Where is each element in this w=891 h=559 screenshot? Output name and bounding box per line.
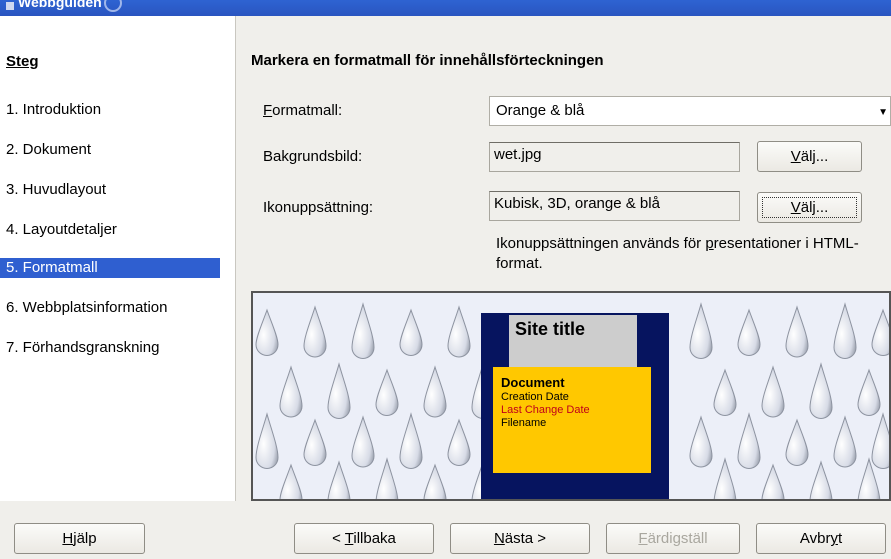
raindrop-shape: [255, 412, 279, 469]
formatmall-value: Orange & blå: [496, 102, 585, 119]
valj-ikon-button[interactable]: Välj...: [757, 192, 862, 223]
bakgrundsbild-field: wet.jpg: [489, 142, 740, 172]
raindrop-shape: [713, 457, 737, 499]
raindrop-shape: [351, 415, 375, 468]
creation-date: Creation Date: [501, 391, 569, 403]
sidebar-item-webbplatsinformation[interactable]: 6. Webbplatsinformation: [0, 298, 220, 318]
document-box: Document Creation Date Last Change Date …: [493, 367, 651, 473]
raindrop-shape: [833, 415, 857, 468]
raindrop-shape: [375, 368, 399, 416]
ikonuppsattning-field: Kubisk, 3D, orange & blå: [489, 191, 740, 221]
bakgrundsbild-label: Bakgrundsbild:: [263, 148, 363, 165]
raindrop-shape: [857, 368, 881, 416]
sidebar-item-formatmall[interactable]: 5. Formatmall: [0, 258, 220, 278]
window-menu-icon[interactable]: [6, 2, 14, 10]
raindrop-shape: [737, 308, 761, 356]
valj-bakgrund-button[interactable]: Välj...: [757, 141, 862, 172]
steps-sidebar: Steg 1. Introduktion 2. Dokument 3. Huvu…: [0, 16, 236, 501]
raindrop-shape: [761, 463, 785, 499]
site-title: Site title: [515, 319, 586, 339]
raindrop-shape: [689, 415, 713, 468]
filename: Filename: [501, 417, 547, 429]
raindrop-shape: [255, 308, 279, 356]
raindrop-shape: [399, 412, 423, 469]
raindrop-shape: [423, 365, 447, 418]
sidebar-item-forhandsgranskning[interactable]: 7. Förhandsgranskning: [0, 338, 220, 358]
raindrop-shape: [809, 460, 833, 499]
raindrop-shape: [447, 418, 471, 466]
raindrop-shape: [871, 308, 889, 356]
last-change-date: Last Change Date: [501, 404, 590, 416]
raindrop-shape: [375, 457, 399, 499]
raindrop-shape: [303, 305, 327, 358]
raindrop-shape: [399, 308, 423, 356]
raindrop-shape: [833, 302, 857, 359]
document-heading: Document: [501, 375, 565, 390]
back-button[interactable]: < Tillbaka: [294, 523, 434, 554]
raindrop-shape: [327, 460, 351, 499]
raindrop-shape: [785, 418, 809, 466]
raindrop-shape: [447, 305, 471, 358]
next-button[interactable]: Nästa >: [450, 523, 590, 554]
sidebar-item-huvudlayout[interactable]: 3. Huvudlayout: [0, 180, 220, 200]
site-title-box: Site title: [509, 315, 637, 367]
raindrop-shape: [689, 302, 713, 359]
preview-page-frame: Site title Document Creation Date Last C…: [481, 313, 669, 499]
dropdown-arrow-icon[interactable]: ▼: [878, 107, 888, 118]
finish-button: Färdigställ: [606, 523, 740, 554]
button-bar: Hjälp < Tillbaka Nästa > Färdigställ Avb…: [0, 501, 891, 559]
icon-set-note: Ikonuppsättningen används för presentati…: [496, 235, 859, 272]
formatmall-dropdown[interactable]: Orange & blå ▼: [489, 96, 891, 126]
raindrop-shape: [809, 362, 833, 419]
window-title: Webbguiden: [18, 0, 122, 13]
raindrop-shape: [279, 365, 303, 418]
cancel-button[interactable]: Avbryt: [756, 523, 886, 554]
style-preview: Site title Document Creation Date Last C…: [251, 291, 891, 501]
raindrop-shape: [761, 365, 785, 418]
raindrop-shape: [327, 362, 351, 419]
raindrop-shape: [737, 412, 761, 469]
smiley-icon: [103, 0, 122, 13]
raindrop-shape: [351, 302, 375, 359]
sidebar-item-layoutdetaljer[interactable]: 4. Layoutdetaljer: [0, 220, 220, 240]
formatmall-label: Formatmall:: [263, 102, 343, 119]
page-title: Markera en formatmall för innehållsförte…: [251, 52, 604, 69]
ikonuppsattning-label: Ikonuppsättning:: [263, 199, 374, 216]
raindrop-shape: [785, 305, 809, 358]
raindrop-shape: [423, 463, 447, 499]
raindrop-shape: [871, 412, 889, 469]
raindrop-shape: [279, 463, 303, 499]
help-button[interactable]: Hjälp: [14, 523, 145, 554]
sidebar-item-dokument[interactable]: 2. Dokument: [0, 140, 220, 160]
title-bar: Webbguiden: [0, 0, 891, 16]
steps-heading: Steg: [6, 53, 39, 70]
sidebar-item-introduktion[interactable]: 1. Introduktion: [0, 100, 220, 120]
raindrop-shape: [303, 418, 327, 466]
raindrop-shape: [713, 368, 737, 416]
